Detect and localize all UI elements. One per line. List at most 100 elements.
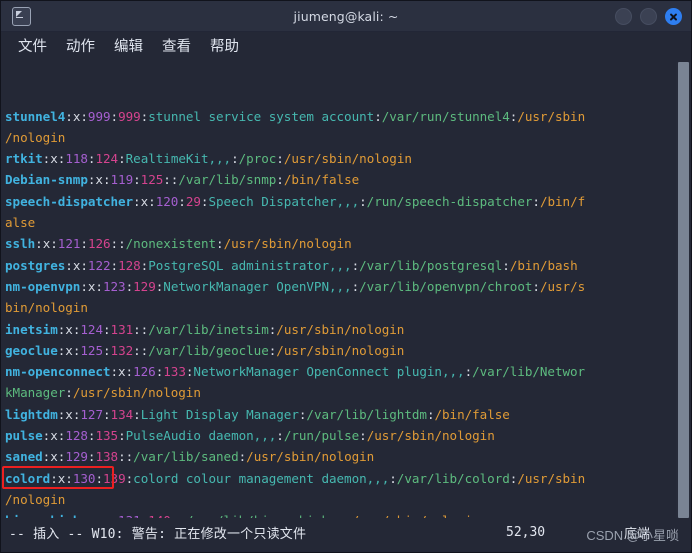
line-segment: : <box>532 278 540 294</box>
menu-file[interactable]: 文件 <box>11 38 54 57</box>
line-segment: : <box>276 428 284 444</box>
line-segment: /bin/f <box>539 193 586 209</box>
line-segment: : <box>118 151 126 167</box>
line-segment: lightdm <box>5 406 58 422</box>
line-segment: 999 <box>118 108 141 124</box>
line-segment: /var/lib/lightdm <box>306 406 427 422</box>
line-segment: :: <box>118 449 134 465</box>
terminal-line: /nologin <box>5 127 691 148</box>
line-segment: alse <box>5 215 36 231</box>
line-segment: 120 <box>155 193 179 209</box>
terminal-line: nm-openconnect:x:126:133:NetworkManager … <box>5 361 691 382</box>
terminal-line: alse <box>5 212 691 233</box>
line-segment: : <box>110 364 118 380</box>
line-segment: : <box>50 236 58 252</box>
line-segment: : <box>110 257 119 273</box>
scrollbar-thumb[interactable] <box>678 62 689 518</box>
line-segment: Light Display Manager <box>140 406 299 422</box>
line-segment: :: <box>133 342 149 358</box>
line-segment: x <box>65 406 73 422</box>
line-segment: : <box>65 257 73 273</box>
terminal-window: jiumeng@kali: ~ 文件 动作 编辑 查看 帮助 stunnel4:… <box>0 0 692 553</box>
line-segment: 119 <box>110 172 134 188</box>
line-segment: : <box>359 193 367 209</box>
line-segment: kManager <box>5 385 66 401</box>
terminal-line: lightdm:x:127:134:Light Display Manager:… <box>5 404 691 425</box>
line-segment: x <box>65 321 73 337</box>
line-segment: 999 <box>87 108 111 124</box>
line-segment: /usr/sbin/nologin <box>366 428 495 444</box>
line-segment: 139 <box>103 470 126 486</box>
line-segment: /usr/sbin <box>517 470 586 486</box>
terminal-line: pulse:x:128:135:PulseAudio daemon,,,:/ru… <box>5 425 691 446</box>
maximize-button[interactable] <box>640 7 657 25</box>
vertical-scrollbar[interactable] <box>676 62 691 518</box>
menu-help[interactable]: 帮助 <box>203 38 246 57</box>
line-segment: PostgreSQL administrator,,, <box>148 257 352 273</box>
line-segment: : <box>102 406 111 422</box>
bottom-strip <box>1 546 691 552</box>
line-segment: /run/speech-dispatcher <box>366 193 533 209</box>
line-segment: :: <box>163 172 179 188</box>
line-segment: : <box>80 257 88 273</box>
vim-buffer: stunnel4:x:999:999:stunnel service syste… <box>5 106 691 518</box>
line-segment: 134 <box>110 406 134 422</box>
line-segment: postgres <box>5 257 66 273</box>
terminal-line: kManager:/usr/sbin/nologin <box>5 382 691 403</box>
terminal-icon <box>12 6 31 26</box>
line-segment: x <box>50 449 58 465</box>
minimize-button[interactable] <box>615 7 632 25</box>
line-segment: /bin/false <box>283 172 360 188</box>
line-segment: 125 <box>80 342 103 358</box>
line-segment: /proc <box>238 151 277 167</box>
line-segment: : <box>125 278 134 294</box>
line-segment: : <box>80 236 88 252</box>
line-segment: : <box>351 278 360 294</box>
line-segment: Debian-snmp <box>5 172 88 188</box>
line-segment: : <box>80 278 88 294</box>
line-segment: : <box>276 151 284 167</box>
line-segment: : <box>133 193 141 209</box>
terminal-line: inetsim:x:124:131::/var/lib/inetsim:/usr… <box>5 319 691 340</box>
line-segment: /bin/bash <box>509 257 578 273</box>
line-segment: sslh <box>5 236 36 252</box>
line-segment: bin/nologin <box>5 300 88 316</box>
line-segment: : <box>276 172 284 188</box>
line-segment: colord <box>5 470 51 486</box>
line-segment: /var/lib/inetsim <box>148 321 269 337</box>
line-segment: nm-openvpn <box>5 278 81 294</box>
line-segment: 138 <box>95 449 119 465</box>
cursor-position: 52,30 <box>506 524 546 540</box>
line-segment: x <box>65 342 73 358</box>
window-title: jiumeng@kali: ~ <box>293 8 399 24</box>
menu-actions[interactable]: 动作 <box>59 38 102 57</box>
line-segment: : <box>133 172 141 188</box>
title-bar[interactable]: jiumeng@kali: ~ <box>1 1 691 32</box>
close-button[interactable] <box>665 7 682 25</box>
line-segment: : <box>65 470 73 486</box>
line-segment: rtkit <box>5 151 43 167</box>
line-segment: : <box>532 193 540 209</box>
line-segment: nm-openconnect <box>5 364 111 380</box>
line-segment: 121 <box>57 236 81 252</box>
line-segment: /run/pulse <box>283 428 360 444</box>
line-segment: /var/lib/postgresql <box>359 257 503 273</box>
line-segment: /var/lib/openvpn/chroot <box>359 278 533 294</box>
line-segment: RealtimeKit,,, <box>125 151 232 167</box>
line-segment: x <box>50 428 58 444</box>
line-segment: : <box>118 428 126 444</box>
line-segment: /usr/sbin/nologin <box>276 321 405 337</box>
line-segment: x <box>95 172 103 188</box>
terminal-screen[interactable]: stunnel4:x:999:999:stunnel service syste… <box>1 62 691 518</box>
line-segment: geoclue <box>5 342 58 358</box>
line-segment: colord colour management daemon,,, <box>133 470 390 486</box>
line-segment: NetworkManager OpenVPN,,, <box>163 278 352 294</box>
line-segment: /usr/s <box>539 278 586 294</box>
menu-view[interactable]: 查看 <box>155 38 198 57</box>
line-segment: : <box>374 108 382 124</box>
window-controls <box>615 7 682 25</box>
menu-bar: 文件 动作 编辑 查看 帮助 <box>1 32 691 62</box>
line-segment: 127 <box>80 406 103 422</box>
menu-edit[interactable]: 编辑 <box>107 38 150 57</box>
line-segment: : <box>65 385 73 401</box>
